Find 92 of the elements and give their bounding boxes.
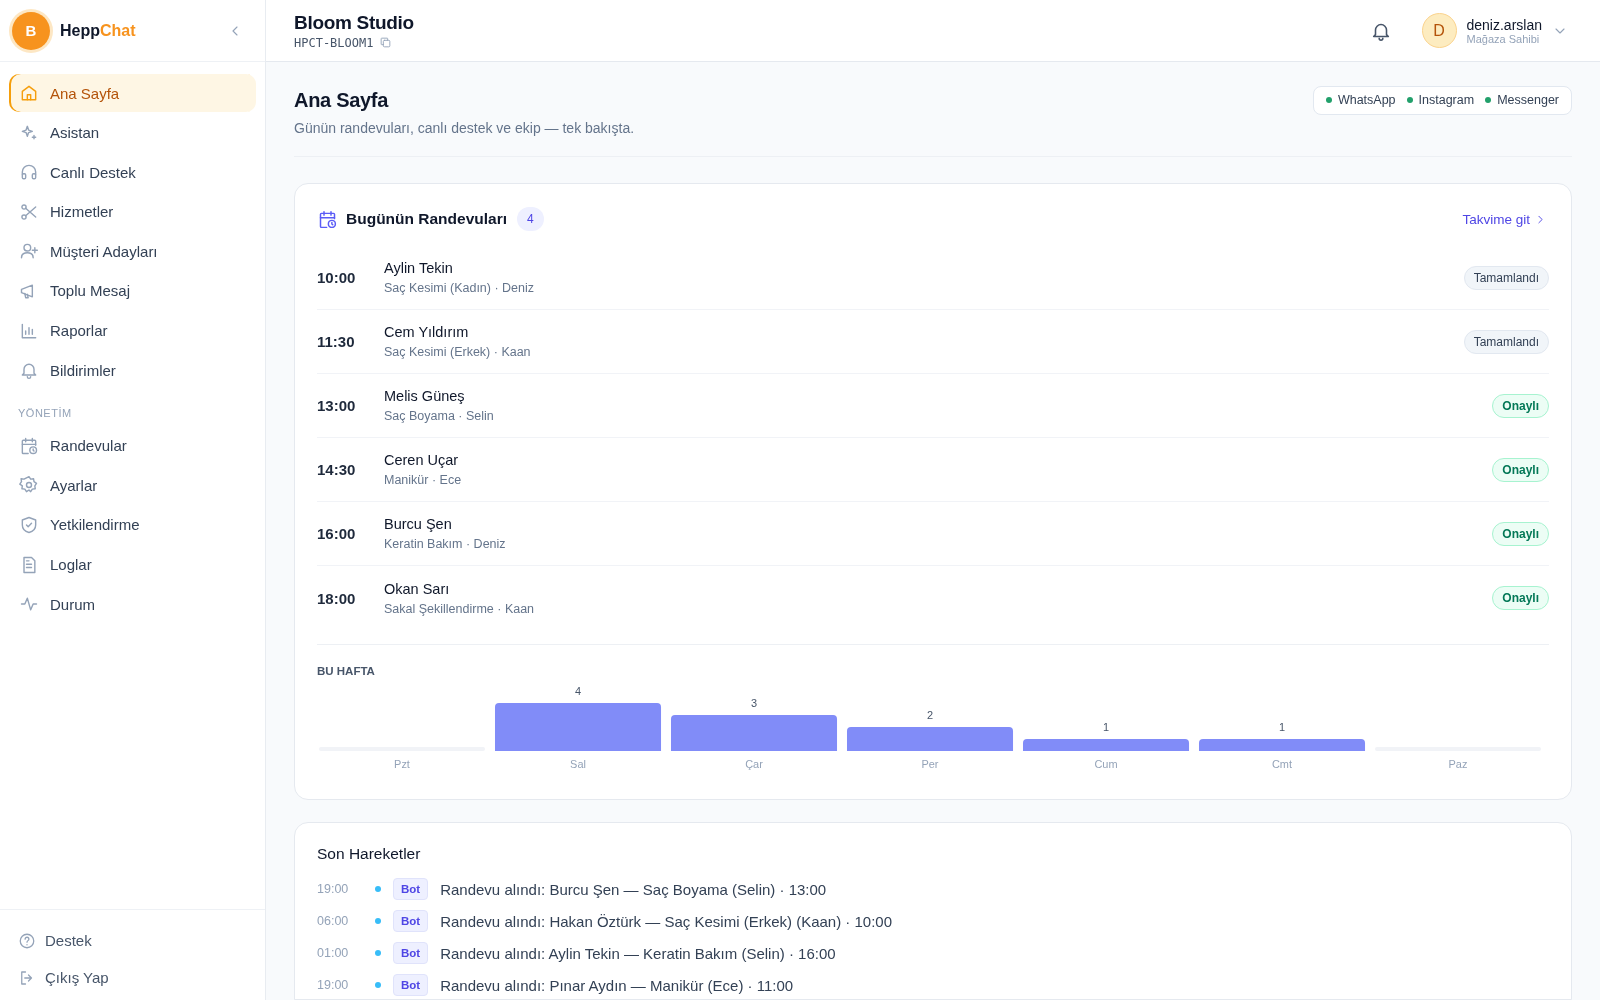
activity-time: 01:00 [317, 946, 350, 960]
axis-label: Pzt [394, 758, 410, 770]
customer-name: Ceren Uçar [384, 452, 460, 468]
service-detail: Saç Kesimi (Kadın) · Deniz [384, 281, 536, 295]
activity-text: Randevu alındı: Pınar Aydın — Manikür (Ece) · 11:00 [440, 976, 794, 994]
scissors-icon [19, 201, 39, 222]
appointment-time: 14:30 [317, 461, 357, 478]
channel-name: WhatsApp [1337, 93, 1396, 107]
service-detail: Saç Boyama · Selin [384, 409, 495, 423]
user-role: Mağaza Sahibi [1466, 32, 1541, 45]
activity-dot [375, 886, 381, 892]
status-badge: Onaylı [1492, 393, 1549, 418]
axis-label: Çar [745, 758, 763, 770]
appointment-time: 18:00 [317, 589, 357, 607]
calendar-link[interactable]: Takvime git [1462, 211, 1547, 227]
activity-dot [375, 918, 381, 924]
nav-item[interactable]: Canlı Destek [9, 153, 256, 192]
nav-item[interactable]: Yetkilendirme [9, 505, 256, 544]
activity-time: 19:00 [317, 882, 350, 896]
nav-item[interactable]: Durum [9, 585, 256, 624]
bar-value: 2 [926, 709, 934, 721]
status-badge: Onaylı [1492, 457, 1549, 482]
customer-name: Melis Güneş [384, 388, 466, 404]
nav-item[interactable]: Toplu Mesaj [9, 271, 256, 310]
appointment-time: 11:30 [317, 333, 356, 350]
service-detail: Keratin Bakım · Deniz [384, 537, 507, 551]
page-subtitle: Günün randevuları, canlı destek ve ekip — tek bakışta. [294, 120, 635, 136]
customer-name: Okan Sarı [384, 580, 451, 597]
customer-name: Aylin Tekin [384, 260, 454, 276]
card-title: Son Hareketler [317, 845, 422, 863]
status-badge: Tamamlandı [1463, 329, 1549, 354]
store-name: Bloom Studio [294, 11, 414, 34]
card-title: Bugünün Randevuları [346, 210, 508, 228]
bar-value: 4 [574, 685, 582, 697]
calendar-clock-icon [19, 435, 39, 456]
status-badge: Tamamlandı [1463, 265, 1549, 290]
appointment-time: 16:00 [317, 525, 357, 542]
nav-item[interactable]: Müşteri Adayları [9, 232, 256, 271]
nav-item[interactable]: Loglar [9, 545, 256, 584]
channel-name: Messenger [1497, 93, 1559, 107]
user-avatar[interactable]: D [1421, 13, 1457, 48]
page-title: Ana Sayfa [294, 89, 390, 112]
shield-icon [19, 514, 39, 535]
nav-item[interactable]: Hizmetler [9, 192, 256, 231]
bar-value: 1 [1278, 721, 1286, 733]
user-name: deniz.arslan [1466, 16, 1542, 33]
source-tag: Bot [393, 942, 429, 964]
nav-item[interactable]: Asistan [9, 113, 256, 152]
channel-name: Instagram [1418, 93, 1475, 107]
activity-text: Randevu alındı: Burcu Şen — Saç Boyama (Selin) · 13:00 [440, 880, 827, 898]
axis-label: Paz [1448, 758, 1468, 770]
copy-icon [379, 36, 393, 49]
activity-text: Randevu alındı: Hakan Öztürk — Saç Kesimi (Erkek) (Kaan) · 10:00 [440, 912, 893, 930]
activity-text: Randevu alındı: Aylin Tekin — Keratin Bakım (Selin) · 16:00 [440, 944, 836, 962]
brand-name: HeppChat [60, 21, 137, 40]
bar-value: 3 [750, 697, 758, 709]
source-tag: Bot [393, 878, 429, 900]
chart-title: BU HAFTA [317, 665, 376, 677]
axis-label: Cum [1094, 758, 1118, 770]
source-tag: Bot [393, 974, 429, 996]
appointment-time: 10:00 [317, 269, 357, 286]
footer-link[interactable]: Çıkış Yap [18, 959, 247, 996]
help-icon [18, 931, 36, 950]
activity-dot [375, 982, 381, 988]
calendar-clock-icon [317, 208, 338, 230]
axis-label: Cmt [1271, 758, 1293, 770]
nav-item[interactable]: Raporlar [9, 311, 256, 350]
bar-value: 1 [1102, 721, 1110, 733]
status-badge: Onaylı [1492, 521, 1549, 546]
activity-dot [375, 950, 381, 956]
source-tag: Bot [393, 910, 429, 932]
axis-label: Sal [570, 758, 586, 770]
customer-name: Cem Yıldırım [384, 324, 470, 340]
logo-badge: B [12, 11, 50, 50]
section-title: YÖNETİM [17, 405, 73, 421]
activity-time: 06:00 [317, 914, 350, 928]
nav-item[interactable]: Randevular [9, 426, 256, 465]
store-code: HPCT-BLOOM1 [294, 35, 374, 50]
nav-item[interactable]: Ayarlar [9, 466, 256, 505]
service-detail: Sakal Şekillendirme · Kaan [384, 601, 536, 616]
service-detail: Manikür · Ece [384, 473, 463, 487]
axis-label: Per [921, 758, 939, 770]
nav-item[interactable]: Bildirimler [9, 351, 256, 390]
customer-name: Burcu Şen [384, 516, 453, 532]
count-badge: 4 [517, 207, 544, 231]
home-icon [19, 83, 39, 103]
footer-link[interactable]: Destek [18, 922, 247, 959]
activity-time: 19:00 [317, 978, 350, 992]
service-detail: Saç Kesimi (Erkek) · Kaan [384, 345, 532, 359]
appointment-time: 13:00 [317, 397, 357, 414]
status-badge: Onaylı [1492, 586, 1549, 610]
nav-item[interactable]: Ana Sayfa [9, 74, 256, 112]
